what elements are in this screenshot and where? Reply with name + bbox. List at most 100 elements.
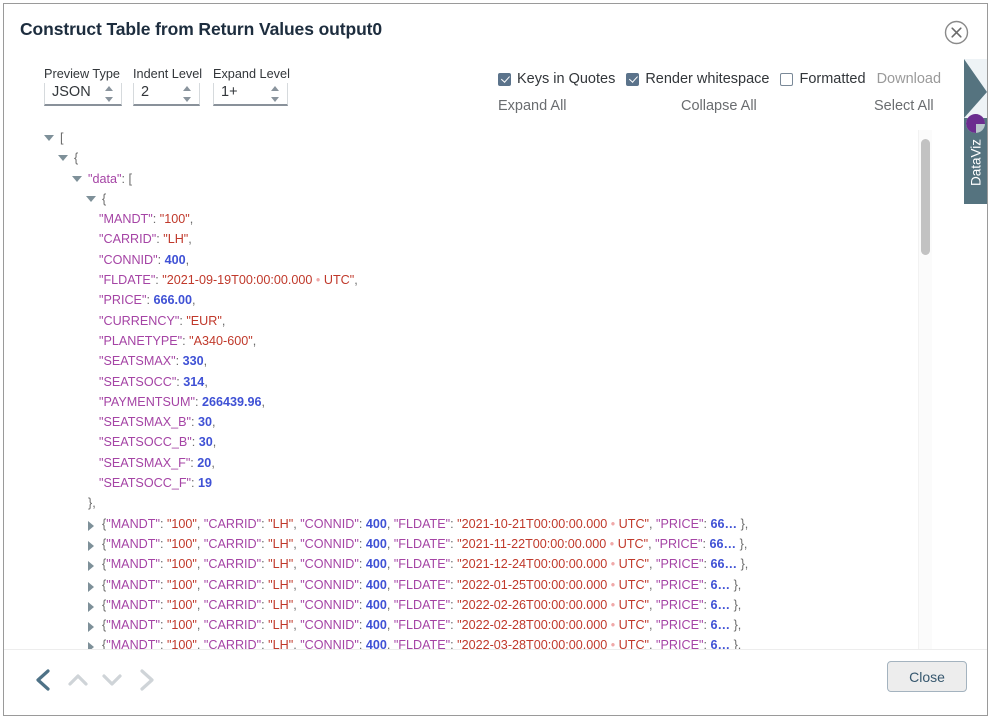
- json-ellipsis: …: [724, 557, 738, 572]
- json-key: "PRICE": [656, 597, 704, 612]
- checkbox-render-whitespace-label: Render whitespace: [645, 71, 770, 87]
- json-key: "FLDATE": [393, 577, 451, 592]
- close-circle-icon[interactable]: [944, 20, 969, 45]
- whitespace-marker: •: [312, 273, 324, 288]
- json-value: 400: [365, 577, 387, 592]
- download-link[interactable]: Download: [877, 71, 942, 87]
- json-value: "100": [166, 577, 197, 592]
- expand-toggle-icon[interactable]: [88, 540, 94, 551]
- json-key: "CARRID": [203, 536, 262, 551]
- json-brace: {: [74, 151, 79, 166]
- preview-type-input[interactable]: JSON: [44, 83, 122, 106]
- json-ellipsis: …: [717, 577, 731, 592]
- collapse-toggle-icon[interactable]: [58, 155, 68, 162]
- json-value-cont: UTC": [618, 557, 650, 572]
- expand-all-link[interactable]: Expand All: [498, 98, 567, 114]
- checkbox-render-whitespace-box[interactable]: [626, 72, 640, 86]
- viewer-scrollbar[interactable]: [918, 130, 932, 651]
- json-value: 66: [710, 557, 725, 572]
- json-field-row: "SEATSOCC_F": 19: [99, 476, 212, 491]
- preview-type-value: JSON: [52, 84, 91, 100]
- expand-level-stepper[interactable]: [271, 86, 280, 102]
- json-value-cont: UTC": [323, 273, 355, 288]
- json-key: "PRICE": [656, 618, 704, 633]
- chevron-right-icon[interactable]: [130, 664, 162, 696]
- checkbox-formatted[interactable]: Formatted: [780, 71, 866, 87]
- whitespace-marker: •: [607, 597, 619, 612]
- json-line: [: [4, 128, 748, 148]
- json-key: "FLDATE": [393, 536, 451, 551]
- indent-level-label: Indent Level: [133, 67, 203, 81]
- json-value: 66: [709, 536, 724, 551]
- indent-level-stepper[interactable]: [183, 86, 192, 102]
- json-key: "CARRID": [203, 516, 262, 531]
- json-field-row: "SEATSMAX": 330,: [99, 354, 208, 369]
- checkbox-formatted-box[interactable]: [780, 72, 794, 86]
- json-collapsed-row: {"MANDT": "100", "CARRID": "LH", "CONNID…: [4, 514, 748, 534]
- expand-level-input[interactable]: 1+: [213, 83, 288, 106]
- preview-type-field[interactable]: Preview Type JSON: [44, 67, 122, 106]
- expand-level-value: 1+: [221, 84, 238, 100]
- chevron-down-icon[interactable]: [96, 664, 128, 696]
- json-key: "CARRID": [203, 618, 262, 633]
- json-key: "CARRID": [203, 557, 262, 572]
- json-value: 266439.96: [201, 394, 262, 409]
- dialog-footer: Close: [4, 649, 987, 715]
- json-key: "PRICE": [656, 577, 704, 592]
- json-key: "SEATSOCC": [99, 374, 177, 389]
- chevron-up-icon[interactable]: [62, 664, 94, 696]
- json-value: "LH": [268, 516, 294, 531]
- viewer-scrollbar-thumb[interactable]: [921, 139, 930, 255]
- json-key: "CARRID": [99, 232, 157, 247]
- json-key: "PRICE": [656, 516, 704, 531]
- whitespace-marker: •: [607, 557, 619, 572]
- collapse-toggle-icon[interactable]: [86, 195, 96, 202]
- json-key: "PRICE": [656, 557, 704, 572]
- expand-toggle-icon[interactable]: [88, 622, 94, 633]
- json-value: "2021-09-19T00:00:00.000: [162, 273, 313, 288]
- dialog-window: Construct Table from Return Values outpu…: [3, 3, 988, 716]
- close-button[interactable]: Close: [887, 661, 967, 692]
- checkbox-keys-in-quotes[interactable]: Keys in Quotes: [498, 71, 615, 87]
- json-key: "CONNID": [300, 557, 359, 572]
- checkbox-render-whitespace[interactable]: Render whitespace: [626, 71, 769, 87]
- json-key: "FLDATE": [393, 557, 451, 572]
- collapse-toggle-icon[interactable]: [44, 135, 54, 141]
- indent-level-input[interactable]: 2: [133, 83, 200, 106]
- json-value: 400: [365, 597, 387, 612]
- json-value: "2021-11-22T00:00:00.000: [457, 536, 607, 551]
- expand-toggle-icon[interactable]: [88, 520, 94, 531]
- navigation-group: [28, 664, 164, 696]
- whitespace-marker: •: [606, 536, 618, 551]
- chevron-left-icon[interactable]: [28, 664, 60, 696]
- expand-level-field[interactable]: Expand Level 1+: [213, 67, 290, 106]
- json-line: },: [4, 493, 748, 513]
- json-value: "LH": [268, 536, 294, 551]
- collapse-all-link[interactable]: Collapse All: [681, 98, 757, 114]
- indent-level-field[interactable]: Indent Level 2: [133, 67, 202, 106]
- json-key: "CONNID": [300, 577, 359, 592]
- json-field-row: "FLDATE": "2021-09-19T00:00:00.000 • UTC…: [99, 273, 358, 288]
- json-key: "FLDATE": [393, 618, 451, 633]
- json-value: "A340-600": [189, 333, 253, 348]
- json-value: "2022-02-26T00:00:00.000: [457, 597, 608, 612]
- json-value-cont: UTC": [618, 516, 650, 531]
- select-all-link[interactable]: Select All: [874, 98, 934, 114]
- json-key: "MANDT": [106, 536, 160, 551]
- expand-toggle-icon[interactable]: [88, 581, 94, 592]
- json-key: "CARRID": [203, 597, 262, 612]
- preview-type-stepper[interactable]: [105, 86, 114, 102]
- dataviz-side-tab[interactable]: DataViz: [964, 59, 987, 204]
- checkbox-keys-in-quotes-box[interactable]: [498, 72, 511, 86]
- json-viewer[interactable]: [{"data": [{"MANDT": "100", "CARRID": "LH…: [4, 122, 987, 651]
- expand-toggle-icon[interactable]: [88, 561, 94, 572]
- collapse-toggle-icon[interactable]: [72, 175, 82, 182]
- json-key: "CONNID": [300, 536, 359, 551]
- json-value: 314: [183, 374, 205, 389]
- dataviz-arrow-icon: [964, 59, 987, 92]
- expand-toggle-icon[interactable]: [88, 601, 94, 612]
- json-key: "data": [88, 171, 122, 186]
- whitespace-marker: •: [607, 516, 619, 531]
- json-field-row: "MANDT": "100",: [99, 212, 194, 227]
- json-ellipsis: …: [723, 536, 737, 551]
